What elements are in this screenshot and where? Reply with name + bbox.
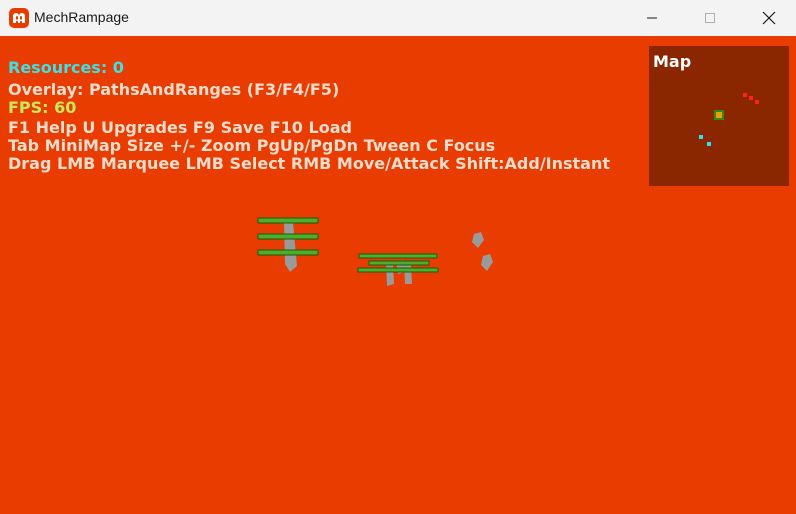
minimize-icon <box>647 17 657 19</box>
close-button[interactable] <box>746 0 792 36</box>
mech-body <box>284 222 297 272</box>
mech-body <box>386 264 394 286</box>
mech-unit-squad[interactable] <box>357 253 439 286</box>
minimize-button[interactable] <box>629 0 675 36</box>
overlay-mode-label: Overlay: PathsAndRanges (F3/F4/F5) <box>8 80 340 99</box>
minimap-enemy-marker <box>749 96 753 100</box>
health-bar <box>257 249 319 256</box>
monogame-logo-icon <box>9 8 29 28</box>
minimap-enemy-marker <box>755 100 759 104</box>
maximize-button[interactable] <box>687 0 733 36</box>
keybind-help-line-2: Tab MiniMap Size +/- Zoom PgUp/PgDn Twee… <box>8 136 496 155</box>
resources-counter: Resources: 0 <box>8 58 124 77</box>
minimap-title: Map <box>653 52 692 71</box>
game-viewport[interactable]: Resources: 0 Overlay: PathsAndRanges (F3… <box>0 36 796 514</box>
health-bar <box>368 260 430 266</box>
maximize-icon <box>705 13 715 23</box>
minimap-base-marker-core <box>716 112 722 118</box>
minimap[interactable]: Map <box>649 46 789 186</box>
window-title: MechRampage <box>34 9 129 25</box>
minimap-friendly-marker <box>699 135 703 139</box>
rock <box>472 232 484 248</box>
keybind-help-line-1: F1 Help U Upgrades F9 Save F10 Load <box>8 118 352 137</box>
health-bar <box>357 267 439 273</box>
title-bar[interactable]: MechRampage <box>0 0 796 36</box>
mech-unit-left[interactable] <box>257 217 319 272</box>
minimap-friendly-marker <box>707 142 711 146</box>
close-icon <box>762 11 776 25</box>
health-bar <box>358 253 438 259</box>
minimap-enemy-marker <box>743 93 747 97</box>
game-window: MechRampage Resources: 0 Overlay: PathsA… <box>0 0 796 514</box>
mech-body <box>404 264 412 284</box>
rock <box>481 254 493 271</box>
fps-counter: FPS: 60 <box>8 98 77 117</box>
health-bar <box>257 233 319 240</box>
keybind-help-line-3: Drag LMB Marquee LMB Select RMB Move/Att… <box>8 154 611 173</box>
health-bar <box>257 217 319 224</box>
